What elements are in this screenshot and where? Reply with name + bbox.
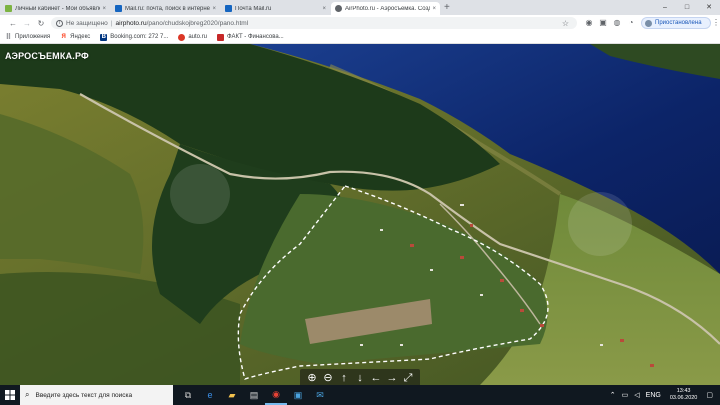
network-icon[interactable]: ▭ [622, 391, 629, 399]
auto-icon [178, 33, 186, 41]
taskbar-apps: ⧉ e ▰ ▤ ◉ ▣ ✉ [177, 385, 331, 405]
extension-icon[interactable]: ◍ [612, 18, 622, 28]
pan-down-button[interactable]: ↓ [352, 371, 368, 385]
volume-icon[interactable]: ◁ [634, 391, 639, 399]
chrome-icon[interactable]: ◉ [265, 385, 287, 405]
zoom-out-button[interactable]: ⊖ [320, 371, 336, 385]
reload-icon[interactable]: ↻ [34, 19, 48, 28]
close-tab-icon[interactable]: × [322, 6, 326, 12]
close-tab-icon[interactable]: × [102, 6, 106, 12]
aerial-photo [0, 44, 720, 385]
panorama-controls: ⊕ ⊖ ↑ ↓ ← → ⤢ [300, 369, 420, 385]
extension-icon[interactable]: ◔ [626, 18, 636, 28]
close-window-icon[interactable]: ✕ [698, 0, 720, 15]
bookmark-apps[interactable]: ⠿ Приложения [5, 34, 50, 41]
address-host: airphoto.ru [115, 19, 147, 27]
back-arrow-icon[interactable]: ← [6, 19, 20, 28]
tab-title: Почта Mail.ru [235, 5, 272, 12]
tab-3[interactable]: Почта Mail.ru × [221, 2, 330, 15]
tab-favicon-icon [225, 5, 232, 12]
booking-icon: B [100, 33, 108, 41]
tab-2[interactable]: Mail.ru: почта, поиск в интернете × [111, 2, 220, 15]
search-icon: ⌕ [25, 390, 30, 399]
clock-date: 03.06.2020 [669, 395, 698, 401]
tab-title: Mail.ru: почта, поиск в интернете [125, 5, 211, 12]
bookmark-auto[interactable]: auto.ru [178, 33, 208, 41]
bookmark-label: auto.ru [188, 34, 208, 40]
avatar [645, 19, 652, 27]
file-explorer-icon[interactable]: ▰ [221, 385, 243, 405]
system-tray: ⌃ ▭ ◁ ENG 13:43 03.06.2020 ▢ [607, 385, 716, 405]
tab-title: Личный кабинет - Мои объявления [15, 5, 100, 12]
bookmark-label: Приложения [15, 34, 51, 40]
pan-up-button[interactable]: ↑ [336, 371, 352, 385]
tray-chevron-icon[interactable]: ⌃ [610, 391, 616, 399]
security-label: Не защищено [66, 19, 108, 27]
tab-favicon-icon [335, 5, 342, 12]
bookmark-yandex[interactable]: Я Яндекс [60, 34, 90, 41]
browser-window: Личный кабинет - Мои объявления × Mail.r… [0, 0, 720, 405]
clock-time: 13:43 [676, 388, 691, 394]
fullscreen-button[interactable]: ⤢ [400, 371, 416, 385]
close-tab-icon[interactable]: × [432, 6, 436, 12]
address-path: /pano/chudskojbreg2020/pano.html [146, 19, 249, 27]
clock[interactable]: 13:43 03.06.2020 [670, 388, 698, 402]
taskbar-search-input[interactable]: ⌕ Введите здесь текст для поиска [20, 385, 173, 405]
new-tab-plus-icon[interactable]: + [444, 2, 450, 15]
aerial-panorama-viewer[interactable]: АЭРОСЪЕМКА.РФ ⊕ ⊖ ↑ ↓ ← → ⤢ [0, 44, 720, 385]
tab-4-active[interactable]: AirPhoto.ru - Аэросъемка. Создание × [331, 2, 440, 15]
yandex-icon: Я [61, 33, 66, 40]
mail-icon[interactable]: ✉ [309, 385, 331, 405]
tab-favicon-icon [5, 5, 12, 12]
extension-icon[interactable]: ◉ [584, 18, 594, 28]
bookmark-booking[interactable]: B Booking.com: 272 7... [100, 33, 169, 41]
fakt-icon [217, 33, 225, 41]
apps-grid-icon: ⠿ [5, 33, 12, 41]
notifications-icon[interactable]: ▢ [706, 391, 713, 399]
store-icon[interactable]: ▤ [243, 385, 265, 405]
close-tab-icon[interactable]: × [212, 6, 216, 12]
address-bar[interactable]: i Не защищено | airphoto.ru /pano/chudsk… [51, 17, 577, 29]
windows-taskbar: ⌕ Введите здесь текст для поиска ⧉ e ▰ ▤… [0, 385, 720, 405]
minimize-icon[interactable]: – [654, 0, 676, 15]
start-button[interactable] [0, 385, 20, 405]
windows-logo-icon [5, 390, 15, 400]
bookmarks-bar: ⠿ Приложения Я Яндекс B Booking.com: 272… [0, 31, 720, 44]
tab-strip: Личный кабинет - Мои объявления × Mail.r… [0, 0, 720, 15]
edge-icon[interactable]: e [199, 385, 221, 405]
address-separator: | [110, 19, 113, 27]
tab-title: AirPhoto.ru - Аэросъемка. Создание [345, 5, 431, 12]
menu-icon[interactable]: ⋮ [712, 18, 720, 27]
profile-label: Приостановлена [655, 20, 702, 26]
browser-toolbar: ← → ↻ i Не защищено | airphoto.ru /pano/… [0, 15, 720, 31]
search-placeholder: Введите здесь текст для поиска [35, 391, 133, 399]
bookmark-label: ФАКТ - Финансова... [227, 34, 284, 40]
language-indicator[interactable]: ENG [646, 392, 661, 399]
bookmark-label: Booking.com: 272 7... [110, 34, 169, 40]
tab-favicon-icon [115, 5, 122, 12]
task-view-icon[interactable]: ⧉ [177, 385, 199, 405]
window-controls: – □ ✕ [654, 0, 720, 15]
maximize-icon[interactable]: □ [676, 0, 698, 15]
pan-left-button[interactable]: ← [368, 371, 384, 385]
watermark-logo: АЭРОСЪЕМКА.РФ [5, 51, 89, 61]
bookmark-label: Яндекс [70, 34, 91, 40]
zoom-in-button[interactable]: ⊕ [304, 371, 320, 385]
bookmark-star-icon[interactable]: ☆ [562, 19, 569, 28]
bookmark-fakt[interactable]: ФАКТ - Финансова... [217, 33, 284, 41]
info-icon[interactable]: i [56, 19, 63, 27]
pan-right-button[interactable]: → [384, 371, 400, 385]
profile-button[interactable]: Приостановлена [641, 17, 711, 29]
extension-icon[interactable]: ▣ [598, 18, 608, 28]
photos-icon[interactable]: ▣ [287, 385, 309, 405]
forward-arrow-icon[interactable]: → [20, 19, 34, 28]
tab-1[interactable]: Личный кабинет - Мои объявления × [1, 2, 110, 15]
